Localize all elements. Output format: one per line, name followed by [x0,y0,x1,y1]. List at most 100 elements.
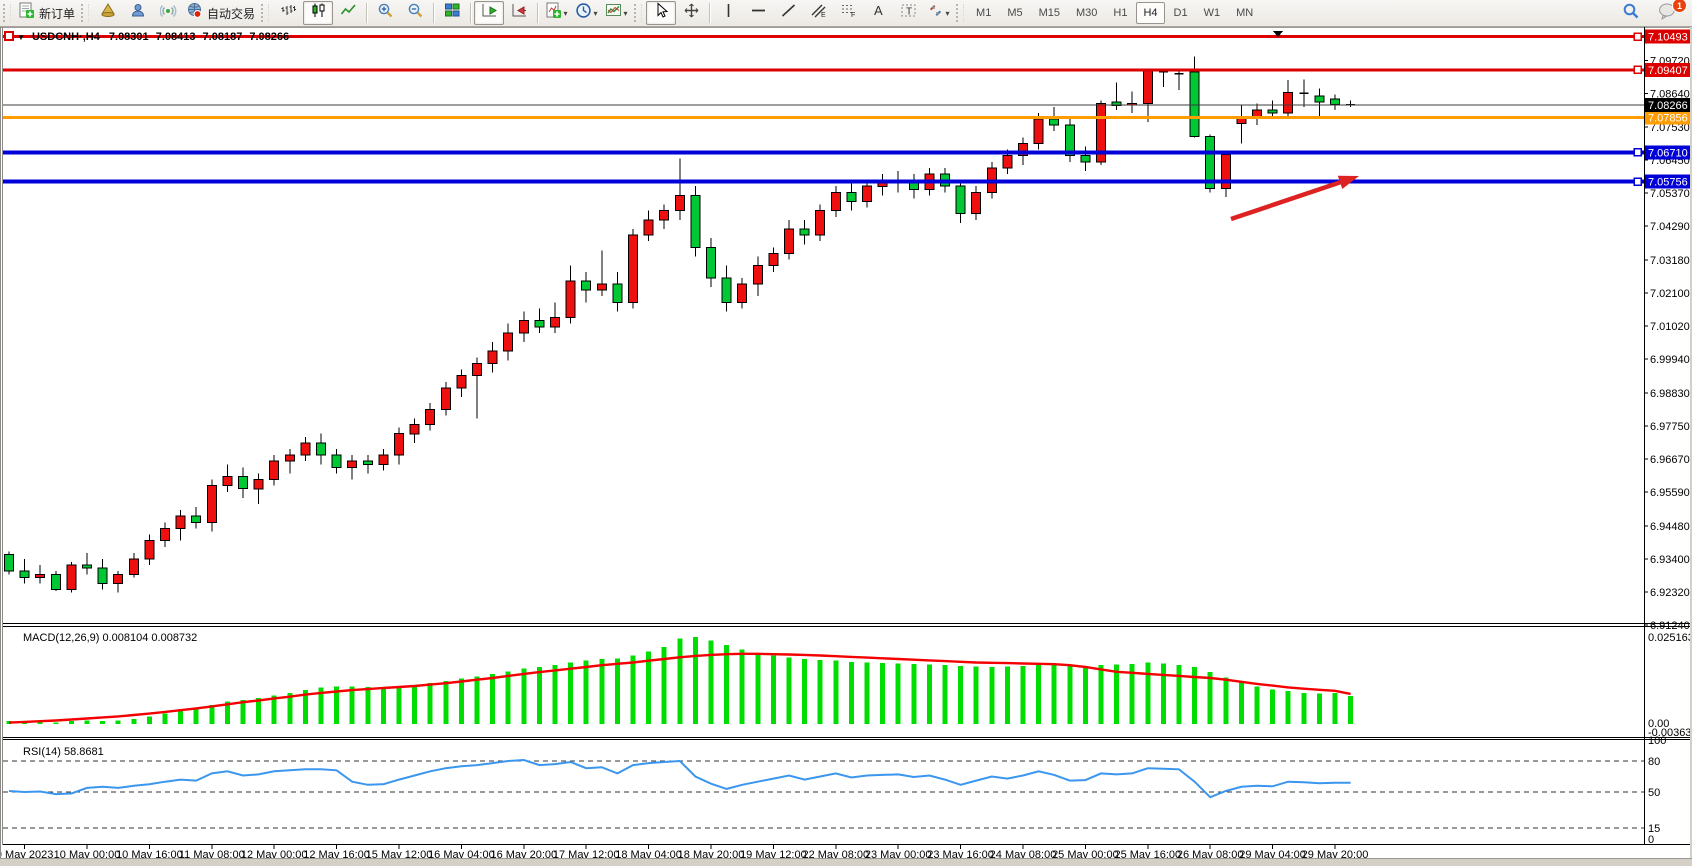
price-tick-label: 6.92320 [1650,587,1690,599]
ohlc-open: 7.08301 [109,31,149,43]
toolbar-grip[interactable] [3,4,11,22]
date-tick-label: 9 May 2023 [1,849,53,858]
candle-body [847,192,856,201]
text-button[interactable]: A [863,1,893,25]
macd-bar [1067,665,1072,724]
horizontal-line-button[interactable] [743,1,773,25]
zoom-in-button[interactable] [370,1,400,25]
toolbar-grip[interactable] [956,4,964,22]
line-handle[interactable] [1634,33,1641,40]
macd-bar [163,714,168,724]
candle-body [707,247,716,278]
new-order-button[interactable]: 新订单 [15,1,78,25]
candle-body [1268,110,1277,113]
macd-bar [69,721,74,724]
macd-bar [116,721,121,725]
candle-body [1190,72,1199,136]
timeframe-w1[interactable]: W1 [1197,2,1228,24]
notifications-button[interactable]: 1 [1652,1,1682,25]
toolbar-grip[interactable] [81,4,89,22]
rsi-label: RSI(14) 58.8681 [23,746,104,758]
line-chart-button[interactable] [333,1,363,25]
candle-body [332,455,341,467]
zoom-out-button[interactable] [400,1,430,25]
timeframe-m15[interactable]: M15 [1032,2,1067,24]
line-handle[interactable] [1634,149,1641,156]
macd-scale-max: 0.025163 [1648,632,1691,644]
signals-button[interactable] [153,1,183,25]
tile-windows-button[interactable] [437,1,467,25]
line-handle[interactable] [1634,178,1641,185]
price-tick-label: 7.04290 [1650,221,1690,233]
price-badge: 7.05756 [1645,175,1691,189]
price-tick-label: 7.02100 [1650,288,1690,300]
macd-bar [1333,693,1338,724]
line-handle[interactable] [1634,66,1641,73]
price-tick-label: 6.93400 [1650,554,1690,566]
macd-bar [365,687,370,724]
periods-button[interactable]: ▾ [571,1,601,25]
label-button[interactable]: T [893,1,923,25]
macd-bar [989,667,994,724]
price-tick-label: 6.97750 [1650,421,1690,433]
date-tick-label: 25 May 00:00 [1052,849,1119,858]
zoomout-icon [407,2,424,24]
person-icon [130,2,147,24]
candle-body [1081,156,1090,162]
candle-body [488,351,497,363]
candlestick-button[interactable] [303,1,333,25]
candle-body [972,192,981,213]
bar-chart-button[interactable] [273,1,303,25]
macd-bar [521,669,526,724]
candle-body [67,565,76,589]
candle-body [239,477,248,489]
templates-button[interactable]: ▾ [601,1,631,25]
candle-body [379,455,388,464]
hline-icon [750,2,767,24]
chart-canvas[interactable]: 7.097207.086407.075307.064507.053707.042… [1,27,1691,858]
macd-bar [1083,666,1088,724]
toolbar-grip[interactable] [634,4,642,22]
timeframe-d1[interactable]: D1 [1167,2,1195,24]
candle-body [36,574,45,577]
indicators-button[interactable]: ▾ [541,1,571,25]
timeframe-mn[interactable]: MN [1229,2,1260,24]
timeframe-h4[interactable]: H4 [1136,2,1164,24]
macd-bar [599,659,604,724]
toolbar-grip[interactable] [261,4,269,22]
auto-scroll-button[interactable] [474,1,504,25]
timeframe-h1[interactable]: H1 [1106,2,1134,24]
search-button[interactable] [1616,1,1646,25]
candle-body [504,333,513,351]
timeframe-m5[interactable]: M5 [1000,2,1029,24]
chart-shift-button[interactable] [504,1,534,25]
community-button[interactable] [123,1,153,25]
macd-bar [1145,663,1150,725]
market-watch-button[interactable] [93,1,123,25]
arrows-button[interactable]: ▾ [923,1,953,25]
crosshair-button[interactable] [676,1,706,25]
candle-body [660,211,669,220]
candle-body [582,281,591,290]
macd-bar [1317,694,1322,724]
line-handle[interactable] [5,32,13,40]
labelT-icon: T [900,2,917,24]
autotrade-button[interactable]: 自动交易 [183,1,258,25]
trendline-button[interactable] [773,1,803,25]
cursor-button[interactable] [646,1,676,25]
candle-body [270,461,279,479]
candle-body [551,318,560,327]
macd-bar [646,651,651,724]
macd-bar [178,711,183,724]
channel-button[interactable]: E [803,1,833,25]
date-tick-label: 11 May 08:00 [179,849,245,858]
macd-bar [147,716,152,724]
vertical-line-button[interactable] [713,1,743,25]
timeframe-m30[interactable]: M30 [1069,2,1104,24]
candle-body [317,443,326,455]
svg-text:F: F [851,12,855,19]
fibonacci-button[interactable]: F [833,1,863,25]
timeframe-m1[interactable]: M1 [969,2,998,24]
candle-body [457,376,466,388]
search-icon [1622,2,1640,25]
